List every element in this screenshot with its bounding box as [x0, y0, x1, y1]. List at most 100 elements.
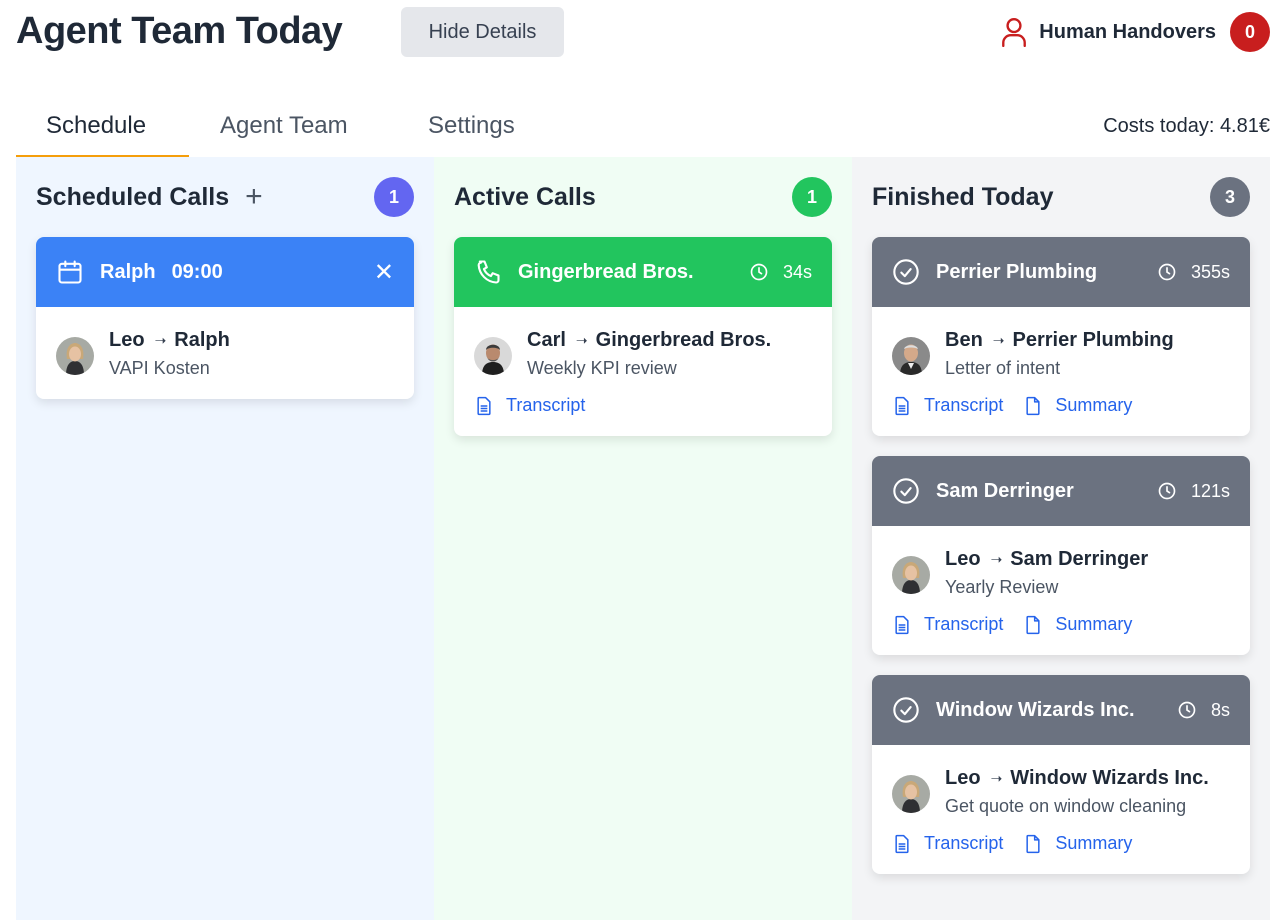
caller-name: Leo	[109, 329, 145, 351]
finished-count-badge: 3	[1210, 177, 1250, 217]
call-card[interactable]: Window Wizards Inc. 8s Leo ➝ Window Wiza…	[872, 675, 1250, 874]
transcript-label: Transcript	[924, 833, 1004, 853]
callee-name: Gingerbread Bros.	[595, 329, 772, 351]
call-duration: 355s	[1157, 262, 1230, 283]
arrow-right-icon: ➝	[992, 332, 1005, 348]
summary-link[interactable]: Summary	[1023, 614, 1132, 635]
callee-name: Perrier Plumbing	[1012, 329, 1174, 351]
card-name: Perrier Plumbing	[936, 260, 1098, 283]
avatar	[892, 775, 930, 813]
card-links: Transcript Summary	[892, 833, 1230, 854]
transcript-label: Transcript	[924, 614, 1004, 634]
card-name: Gingerbread Bros.	[518, 260, 694, 283]
document-icon	[1026, 834, 1040, 853]
column-title: Active Calls	[454, 182, 596, 211]
call-card[interactable]: Gingerbread Bros. 34s Carl ➝ Gingerbread…	[454, 237, 832, 436]
caller-name: Carl	[527, 329, 566, 351]
column-title: Finished Today	[872, 182, 1054, 211]
human-handovers[interactable]: Human Handovers 0	[1001, 12, 1270, 52]
costs-today: Costs today: 4.81€	[1103, 115, 1270, 137]
caller-name: Leo	[945, 548, 981, 570]
card-body: Ben ➝ Perrier Plumbing Letter of intent …	[872, 307, 1250, 436]
duration-value: 8s	[1210, 699, 1230, 720]
call-card[interactable]: Ralph 09:00 ✕ Leo ➝ Ralph VAPI Kosten	[36, 237, 414, 399]
transcript-link[interactable]: Transcript	[892, 833, 1003, 854]
call-card[interactable]: Sam Derringer 121s Leo ➝ Sam Derringer Y…	[872, 456, 1250, 655]
call-participants: Ben ➝ Perrier Plumbing Letter of intent	[892, 329, 1230, 379]
column-header: Active Calls 1	[454, 157, 832, 237]
duration-value: 121s	[1190, 480, 1230, 501]
card-body: Carl ➝ Gingerbread Bros. Weekly KPI revi…	[454, 307, 832, 436]
summary-label: Summary	[1055, 614, 1133, 634]
main-tabs: Schedule Agent Team Settings	[16, 100, 559, 159]
card-name: Sam Derringer	[936, 479, 1074, 502]
tab-agent-team[interactable]: Agent Team	[220, 112, 348, 140]
add-call-icon[interactable]: +	[245, 182, 263, 212]
column-header: Scheduled Calls + 1	[36, 157, 414, 237]
avatar	[474, 337, 512, 375]
transcript-link[interactable]: Transcript	[892, 614, 1003, 635]
person-icon	[1002, 17, 1027, 47]
card-header: Gingerbread Bros. 34s	[454, 237, 832, 307]
duration-value: 34s	[782, 261, 812, 282]
page-header: Agent Team Today Hide Details Human Hand…	[16, 0, 1270, 64]
calendar-icon	[58, 260, 82, 284]
avatar	[56, 337, 94, 375]
document-icon	[1026, 615, 1040, 634]
card-header: Ralph 09:00 ✕	[36, 237, 414, 307]
document-lines-icon	[895, 834, 909, 853]
scheduled-calls-column: Scheduled Calls + 1 Ralph 09:00 ✕ Leo ➝ …	[16, 157, 434, 920]
close-icon[interactable]: ✕	[374, 258, 394, 287]
call-participants: Leo ➝ Ralph VAPI Kosten	[56, 329, 394, 379]
finished-calls-column: Finished Today 3 Perrier Plumbing 355s B…	[852, 157, 1270, 920]
tab-schedule[interactable]: Schedule	[46, 112, 146, 140]
check-circle-icon	[893, 259, 919, 285]
card-name: Ralph	[100, 260, 156, 283]
summary-link[interactable]: Summary	[1023, 395, 1132, 416]
card-name: Window Wizards Inc.	[936, 698, 1135, 721]
active-calls-column: Active Calls 1 Gingerbread Bros. 34s Car…	[434, 157, 852, 920]
call-topic: Weekly KPI review	[527, 358, 677, 378]
call-topic: VAPI Kosten	[109, 358, 210, 378]
call-duration: 8s	[1177, 700, 1230, 721]
caller-name: Ben	[945, 329, 983, 351]
page-title: Agent Team Today	[16, 10, 343, 52]
document-lines-icon	[895, 615, 909, 634]
avatar	[892, 337, 930, 375]
card-header: Window Wizards Inc. 8s	[872, 675, 1250, 745]
summary-label: Summary	[1055, 833, 1133, 853]
transcript-link[interactable]: Transcript	[474, 395, 585, 416]
caller-name: Leo	[945, 767, 981, 789]
call-participants: Leo ➝ Sam Derringer Yearly Review	[892, 548, 1230, 598]
call-card[interactable]: Perrier Plumbing 355s Ben ➝ Perrier Plum…	[872, 237, 1250, 436]
tab-settings[interactable]: Settings	[428, 112, 515, 140]
call-participants: Leo ➝ Window Wizards Inc. Get quote on w…	[892, 767, 1230, 817]
card-links: Transcript Summary	[892, 614, 1230, 635]
card-body: Leo ➝ Ralph VAPI Kosten	[36, 307, 414, 399]
hide-details-button[interactable]: Hide Details	[401, 7, 564, 57]
summary-link[interactable]: Summary	[1023, 833, 1132, 854]
document-lines-icon	[477, 396, 491, 415]
summary-label: Summary	[1055, 395, 1133, 415]
call-topic: Letter of intent	[945, 358, 1061, 378]
card-links: Transcript	[474, 395, 812, 416]
call-topic: Yearly Review	[945, 577, 1059, 597]
transcript-link[interactable]: Transcript	[892, 395, 1003, 416]
clock-icon	[1178, 701, 1196, 719]
document-lines-icon	[895, 396, 909, 415]
callee-name: Ralph	[174, 329, 230, 351]
call-topic: Get quote on window cleaning	[945, 796, 1187, 816]
clock-icon	[1158, 482, 1176, 500]
card-header: Sam Derringer 121s	[872, 456, 1250, 526]
call-duration: 121s	[1157, 481, 1230, 502]
check-circle-icon	[893, 697, 919, 723]
arrow-right-icon: ➝	[575, 332, 588, 348]
call-participants: Carl ➝ Gingerbread Bros. Weekly KPI revi…	[474, 329, 812, 379]
transcript-label: Transcript	[506, 395, 586, 415]
callee-name: Window Wizards Inc.	[1010, 767, 1209, 789]
arrow-right-icon: ➝	[990, 770, 1003, 786]
call-duration: 34s	[749, 262, 812, 283]
transcript-label: Transcript	[924, 395, 1004, 415]
clock-icon	[750, 263, 768, 281]
avatar	[892, 556, 930, 594]
